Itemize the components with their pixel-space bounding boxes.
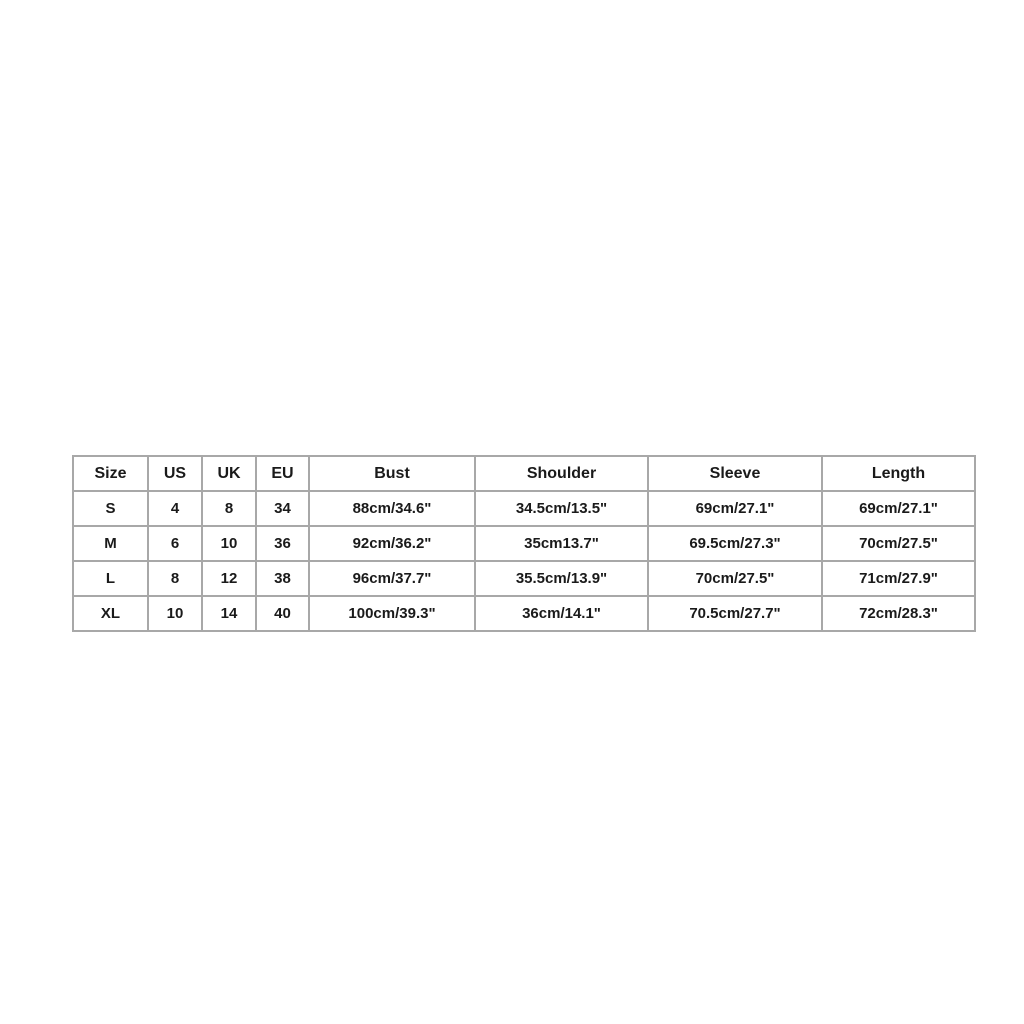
cell-eu: 36 bbox=[255, 525, 310, 562]
cell-sleeve: 70.5cm/27.7" bbox=[647, 595, 823, 632]
cell-shoulder: 34.5cm/13.5" bbox=[474, 490, 649, 527]
cell-eu: 38 bbox=[255, 560, 310, 597]
table-row: S 4 8 34 88cm/34.6" 34.5cm/13.5" 69cm/27… bbox=[72, 490, 976, 527]
cell-uk: 8 bbox=[201, 490, 257, 527]
cell-length: 72cm/28.3" bbox=[821, 595, 976, 632]
header-shoulder: Shoulder bbox=[474, 455, 649, 492]
cell-shoulder: 35.5cm/13.9" bbox=[474, 560, 649, 597]
cell-size: S bbox=[72, 490, 149, 527]
cell-sleeve: 69.5cm/27.3" bbox=[647, 525, 823, 562]
cell-bust: 88cm/34.6" bbox=[308, 490, 476, 527]
header-uk: UK bbox=[201, 455, 257, 492]
cell-shoulder: 35cm13.7" bbox=[474, 525, 649, 562]
size-chart-table: Size US UK EU Bust Shoulder Sleeve Lengt… bbox=[72, 455, 976, 632]
header-sleeve: Sleeve bbox=[647, 455, 823, 492]
cell-us: 8 bbox=[147, 560, 203, 597]
cell-uk: 12 bbox=[201, 560, 257, 597]
cell-size: M bbox=[72, 525, 149, 562]
cell-sleeve: 69cm/27.1" bbox=[647, 490, 823, 527]
header-length: Length bbox=[821, 455, 976, 492]
table-row: L 8 12 38 96cm/37.7" 35.5cm/13.9" 70cm/2… bbox=[72, 560, 976, 597]
header-row: Size US UK EU Bust Shoulder Sleeve Lengt… bbox=[72, 455, 976, 492]
header-eu: EU bbox=[255, 455, 310, 492]
header-size: Size bbox=[72, 455, 149, 492]
header-bust: Bust bbox=[308, 455, 476, 492]
cell-size: XL bbox=[72, 595, 149, 632]
cell-us: 10 bbox=[147, 595, 203, 632]
cell-uk: 10 bbox=[201, 525, 257, 562]
cell-bust: 92cm/36.2" bbox=[308, 525, 476, 562]
table-row: XL 10 14 40 100cm/39.3" 36cm/14.1" 70.5c… bbox=[72, 595, 976, 632]
table-row: M 6 10 36 92cm/36.2" 35cm13.7" 69.5cm/27… bbox=[72, 525, 976, 562]
cell-us: 4 bbox=[147, 490, 203, 527]
cell-bust: 100cm/39.3" bbox=[308, 595, 476, 632]
cell-length: 71cm/27.9" bbox=[821, 560, 976, 597]
cell-shoulder: 36cm/14.1" bbox=[474, 595, 649, 632]
cell-size: L bbox=[72, 560, 149, 597]
cell-length: 69cm/27.1" bbox=[821, 490, 976, 527]
cell-us: 6 bbox=[147, 525, 203, 562]
cell-eu: 34 bbox=[255, 490, 310, 527]
header-us: US bbox=[147, 455, 203, 492]
cell-bust: 96cm/37.7" bbox=[308, 560, 476, 597]
cell-eu: 40 bbox=[255, 595, 310, 632]
cell-uk: 14 bbox=[201, 595, 257, 632]
cell-sleeve: 70cm/27.5" bbox=[647, 560, 823, 597]
cell-length: 70cm/27.5" bbox=[821, 525, 976, 562]
